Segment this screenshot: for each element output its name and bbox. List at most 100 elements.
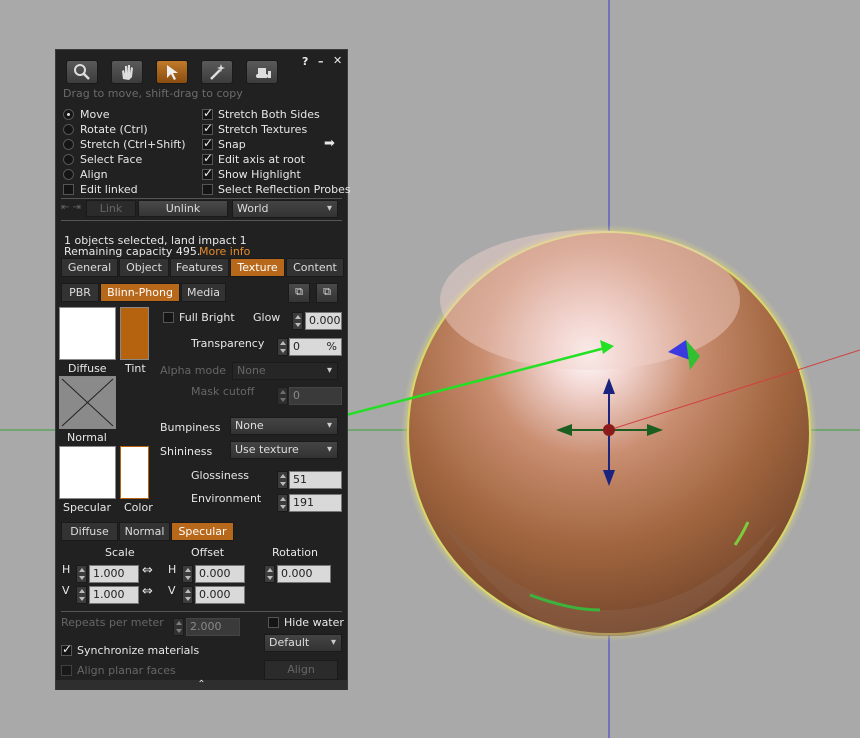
tab-media[interactable]: Media [181,283,226,302]
normal-texture-swatch[interactable] [59,376,116,429]
close-button[interactable]: ✕ [333,54,342,67]
select-face-radio[interactable] [63,154,74,165]
bumpiness-dropdown[interactable]: None [230,417,338,435]
land-tool-button[interactable] [246,60,278,84]
edit-tool-button[interactable] [156,60,188,84]
unlink-button[interactable]: Unlink [138,200,228,217]
rotation-spinner[interactable] [264,565,275,583]
divider [61,611,342,612]
shininess-label: Shininess [160,445,213,458]
create-tool-button[interactable] [201,60,233,84]
alpha-mode-label: Alpha mode [160,364,226,377]
align-radio[interactable] [63,169,74,180]
glow-input[interactable]: 0.000 [305,312,342,330]
flip-h-icon[interactable]: ⇔ [142,563,153,578]
tab-map-specular[interactable]: Specular [171,522,234,541]
mask-cutoff-spinner[interactable] [277,387,288,405]
link-arrows-icon[interactable]: ⇤ ⇥ [61,202,81,213]
minimize-button[interactable]: – [318,55,324,68]
tab-map-diffuse[interactable]: Diffuse [61,522,118,541]
glossiness-input[interactable]: 51 [289,471,342,489]
scale-h-spinner[interactable] [76,565,87,583]
environment-spinner[interactable] [277,494,288,512]
rotate-radio[interactable] [63,124,74,135]
tab-texture[interactable]: Texture [230,258,285,277]
offset-v-input[interactable]: 0.000 [195,586,245,604]
arrow-right-icon[interactable]: ➡ [324,136,335,151]
scale-v-input[interactable]: 1.000 [89,586,139,604]
snap-checkbox[interactable] [202,136,213,150]
glossiness-spinner[interactable] [277,471,288,489]
environment-input[interactable]: 191 [289,494,342,512]
offset-h-label: H [168,563,177,576]
specular-color-swatch[interactable] [120,446,149,499]
hide-water-checkbox[interactable] [268,617,279,628]
divider [61,198,342,199]
edit-axis-root-checkbox[interactable] [202,151,213,165]
transparency-label: Transparency [191,337,265,350]
tab-general[interactable]: General [61,258,118,277]
transparency-spinner[interactable] [277,338,288,356]
edit-linked-checkbox[interactable] [63,184,74,195]
offset-h-input[interactable]: 0.000 [195,565,245,583]
edit-linked-label: Edit linked [80,183,138,196]
stretch-radio-label: Stretch (Ctrl+Shift) [80,138,186,151]
full-bright-checkbox[interactable] [163,312,174,323]
scale-h-input[interactable]: 1.000 [89,565,139,583]
paste-icon[interactable]: ⧉ [316,283,338,303]
move-radio[interactable] [63,109,74,120]
repeats-spinner[interactable] [173,618,184,636]
scale-v-spinner[interactable] [76,586,87,604]
snap-label: Snap [218,138,246,151]
remaining-capacity: Remaining capacity 495. [64,245,201,258]
stretch-textures-checkbox[interactable] [202,121,213,135]
offset-label: Offset [191,546,225,559]
tab-pbr[interactable]: PBR [61,283,99,302]
rotation-input[interactable]: 0.000 [277,565,331,583]
normal-label: Normal [67,431,107,444]
stretch-both-sides-checkbox[interactable] [202,106,213,120]
sync-materials-checkbox[interactable] [61,642,72,656]
help-button[interactable]: ? [302,55,308,68]
tab-map-normal[interactable]: Normal [119,522,170,541]
stretch-radio[interactable] [63,139,74,150]
offset-h-spinner[interactable] [182,565,193,583]
offset-v-label: V [168,584,176,597]
divider [61,220,342,221]
tab-features[interactable]: Features [170,258,229,277]
flip-v-icon[interactable]: ⇔ [142,584,153,599]
link-button[interactable]: Link [86,200,136,217]
offset-v-spinner[interactable] [182,586,193,604]
move-tool-button[interactable] [111,60,143,84]
tab-blinn-phong[interactable]: Blinn-Phong [100,283,180,302]
show-highlight-checkbox[interactable] [202,166,213,180]
transparency-value: 0 [293,340,300,353]
select-face-radio-label: Select Face [80,153,143,166]
more-info-link[interactable]: More info [199,245,250,258]
scale-v-label: V [62,584,70,597]
default-dropdown[interactable]: Default [264,634,342,652]
repeats-per-meter-label: Repeats per meter [61,616,164,629]
no-texture-icon [61,378,114,427]
tint-color-swatch[interactable] [120,307,149,360]
focus-tool-button[interactable] [66,60,98,84]
tab-object[interactable]: Object [119,258,169,277]
mask-cutoff-input[interactable]: 0 [289,387,342,405]
tab-content[interactable]: Content [286,258,344,277]
world-dropdown[interactable]: World [232,200,338,218]
specular-texture-swatch[interactable] [59,446,116,499]
align-planar-checkbox[interactable] [61,665,72,676]
magic-wand-icon [210,64,225,80]
stretch-both-sides-label: Stretch Both Sides [218,108,320,121]
align-button[interactable]: Align [264,660,338,680]
glow-spinner[interactable] [292,312,303,330]
alpha-mode-dropdown[interactable]: None [232,362,338,380]
select-reflection-probes-checkbox[interactable] [202,184,213,195]
build-tools-floater: ? – ✕ Drag to move, shift-drag to copy M… [55,49,351,690]
transparency-input[interactable]: 0% [289,338,342,356]
collapse-bar[interactable]: ⌃ [56,680,347,690]
copy-icon[interactable]: ⧉ [288,283,310,303]
shininess-dropdown[interactable]: Use texture [230,441,338,459]
diffuse-texture-swatch[interactable] [59,307,116,360]
repeats-input[interactable]: 2.000 [186,618,240,636]
